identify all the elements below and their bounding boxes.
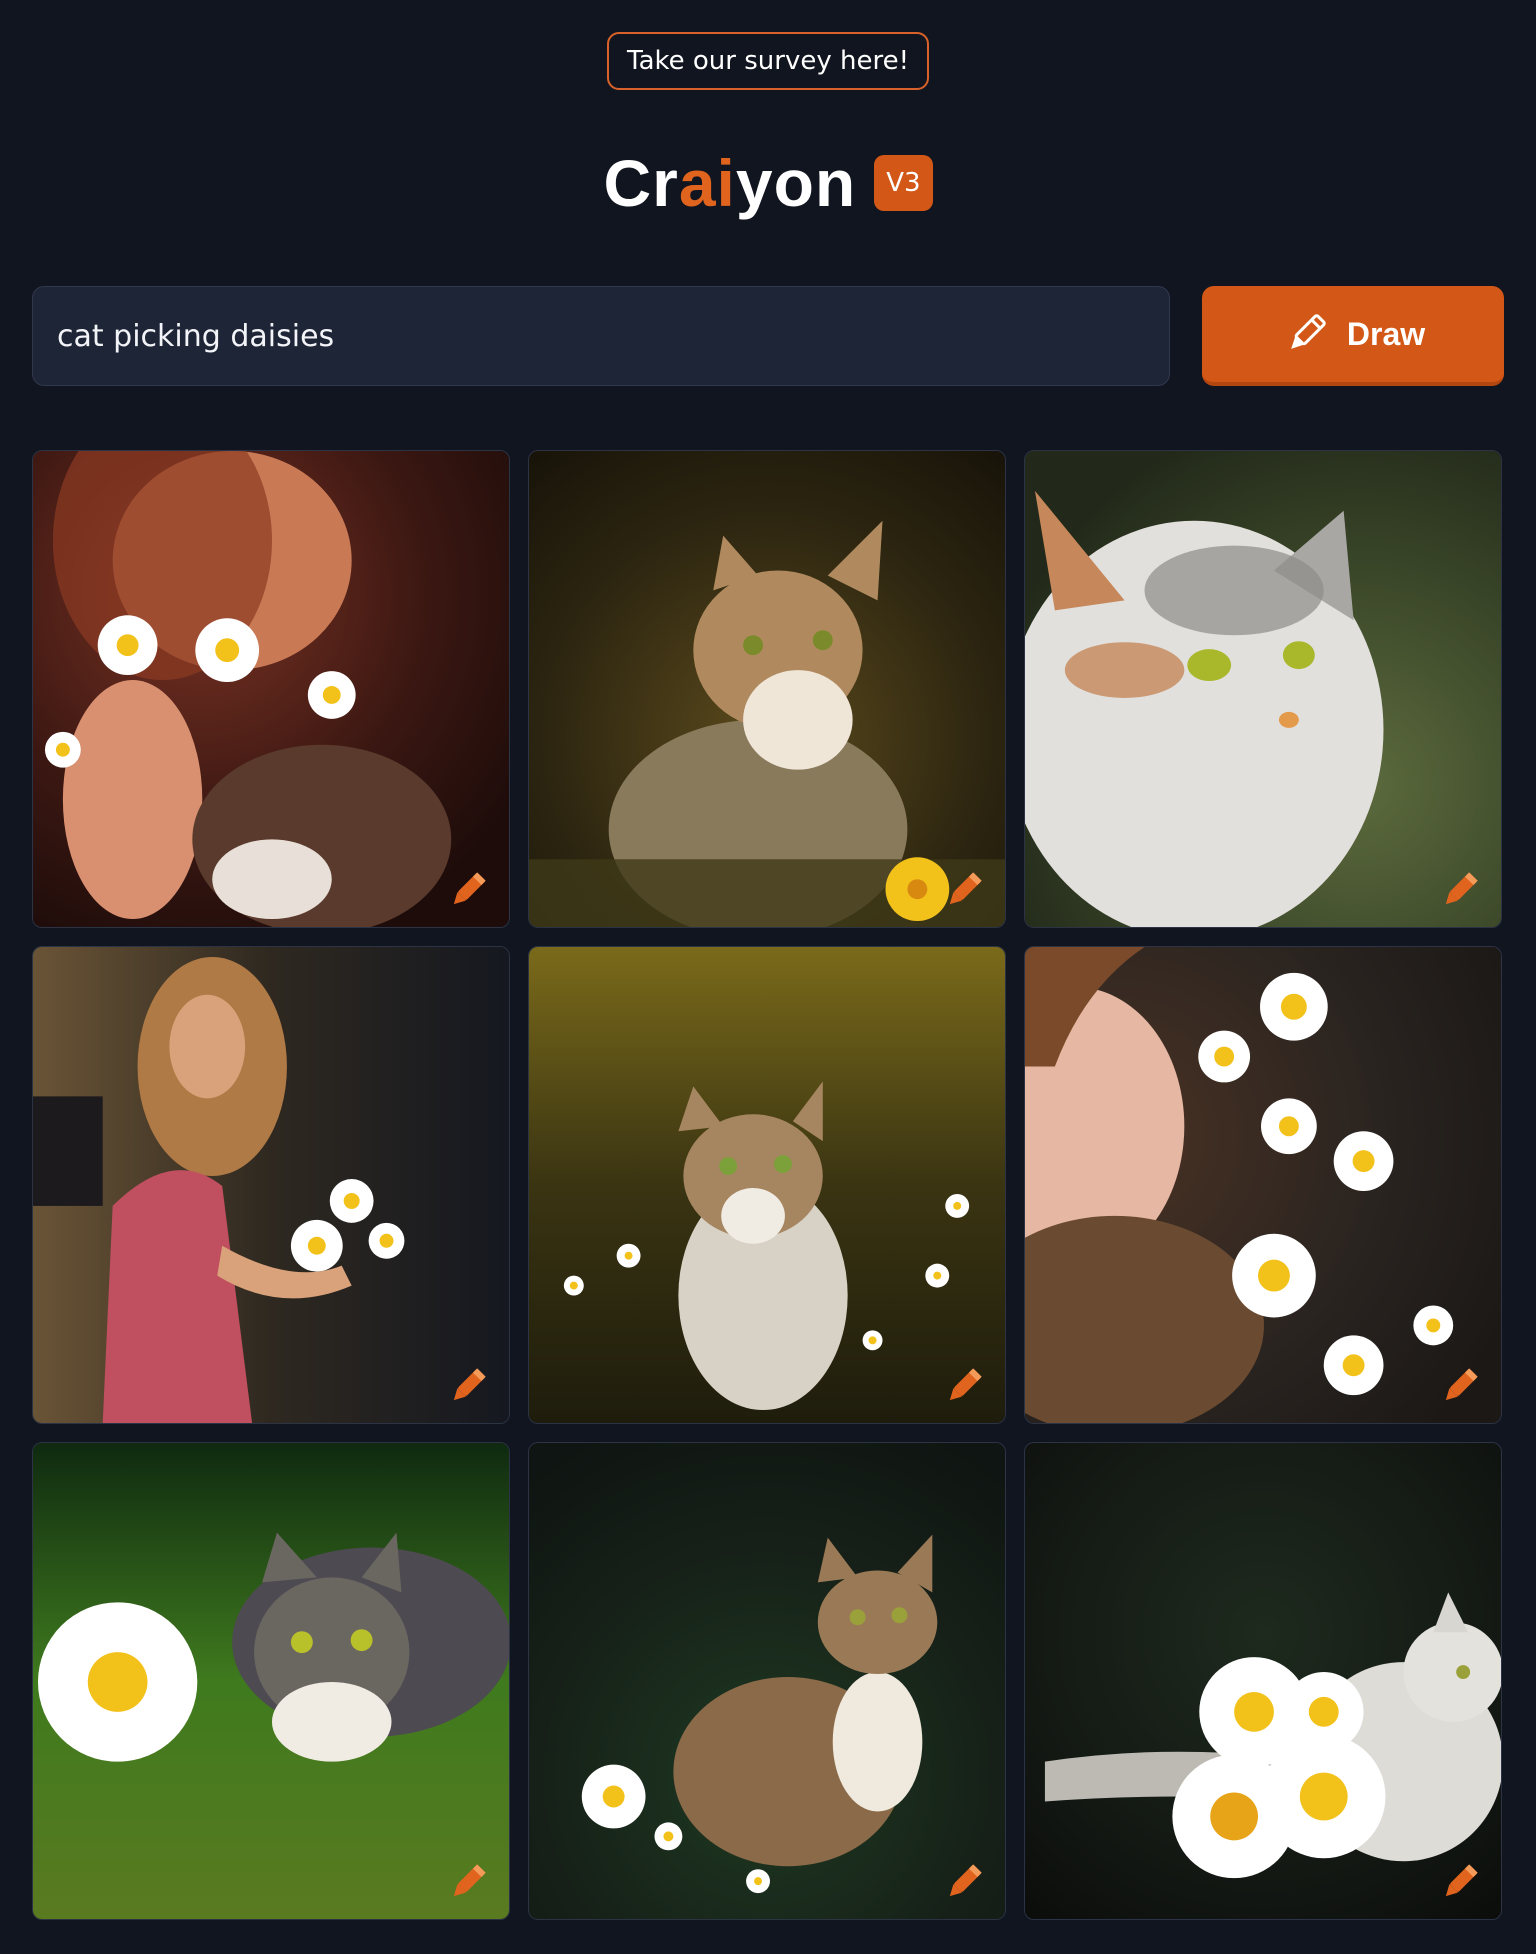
pencil-edit-icon[interactable]: [941, 1363, 987, 1409]
result-image-4[interactable]: [32, 946, 510, 1424]
generated-image: [33, 451, 509, 927]
generated-image: [529, 451, 1005, 927]
pencil-edit-icon[interactable]: [445, 867, 491, 913]
result-image-2[interactable]: [528, 450, 1006, 928]
generated-image: [1025, 1443, 1501, 1919]
result-image-6[interactable]: [1024, 946, 1502, 1424]
pencil-edit-icon[interactable]: [941, 867, 987, 913]
pencil-edit-icon[interactable]: [941, 1859, 987, 1905]
generated-image: [33, 947, 509, 1423]
craiyon-logo: Craiyon: [603, 150, 856, 216]
pencil-edit-icon[interactable]: [1437, 1859, 1483, 1905]
prompt-row: Draw: [32, 286, 1504, 386]
result-image-1[interactable]: [32, 450, 510, 928]
generated-image: [1025, 451, 1501, 927]
pencil-edit-icon[interactable]: [445, 1363, 491, 1409]
result-image-5[interactable]: [528, 946, 1006, 1424]
generated-image: [1025, 947, 1501, 1423]
pencil-edit-icon[interactable]: [445, 1859, 491, 1905]
result-image-7[interactable]: [32, 1442, 510, 1920]
generated-image: [529, 1443, 1005, 1919]
survey-button[interactable]: Take our survey here!: [606, 32, 929, 90]
generated-image: [529, 947, 1005, 1423]
survey-bar: Take our survey here!: [0, 32, 1536, 90]
pencil-edit-icon[interactable]: [1437, 1363, 1483, 1409]
result-image-9[interactable]: [1024, 1442, 1502, 1920]
logo-text-end: yon: [735, 146, 857, 220]
version-badge: V3: [874, 155, 933, 211]
pencil-edit-icon[interactable]: [1437, 867, 1483, 913]
generated-image: [33, 1443, 509, 1919]
pencil-icon: [1281, 309, 1331, 359]
draw-button-label: Draw: [1346, 315, 1426, 352]
logo-text-ai: ai: [678, 146, 736, 220]
draw-button[interactable]: Draw: [1202, 286, 1504, 386]
result-image-8[interactable]: [528, 1442, 1006, 1920]
result-image-3[interactable]: [1024, 450, 1502, 928]
header: Craiyon V3: [0, 150, 1536, 216]
logo-text-start: Cr: [603, 146, 679, 220]
prompt-input[interactable]: [32, 286, 1170, 386]
results-grid: [32, 450, 1504, 1920]
